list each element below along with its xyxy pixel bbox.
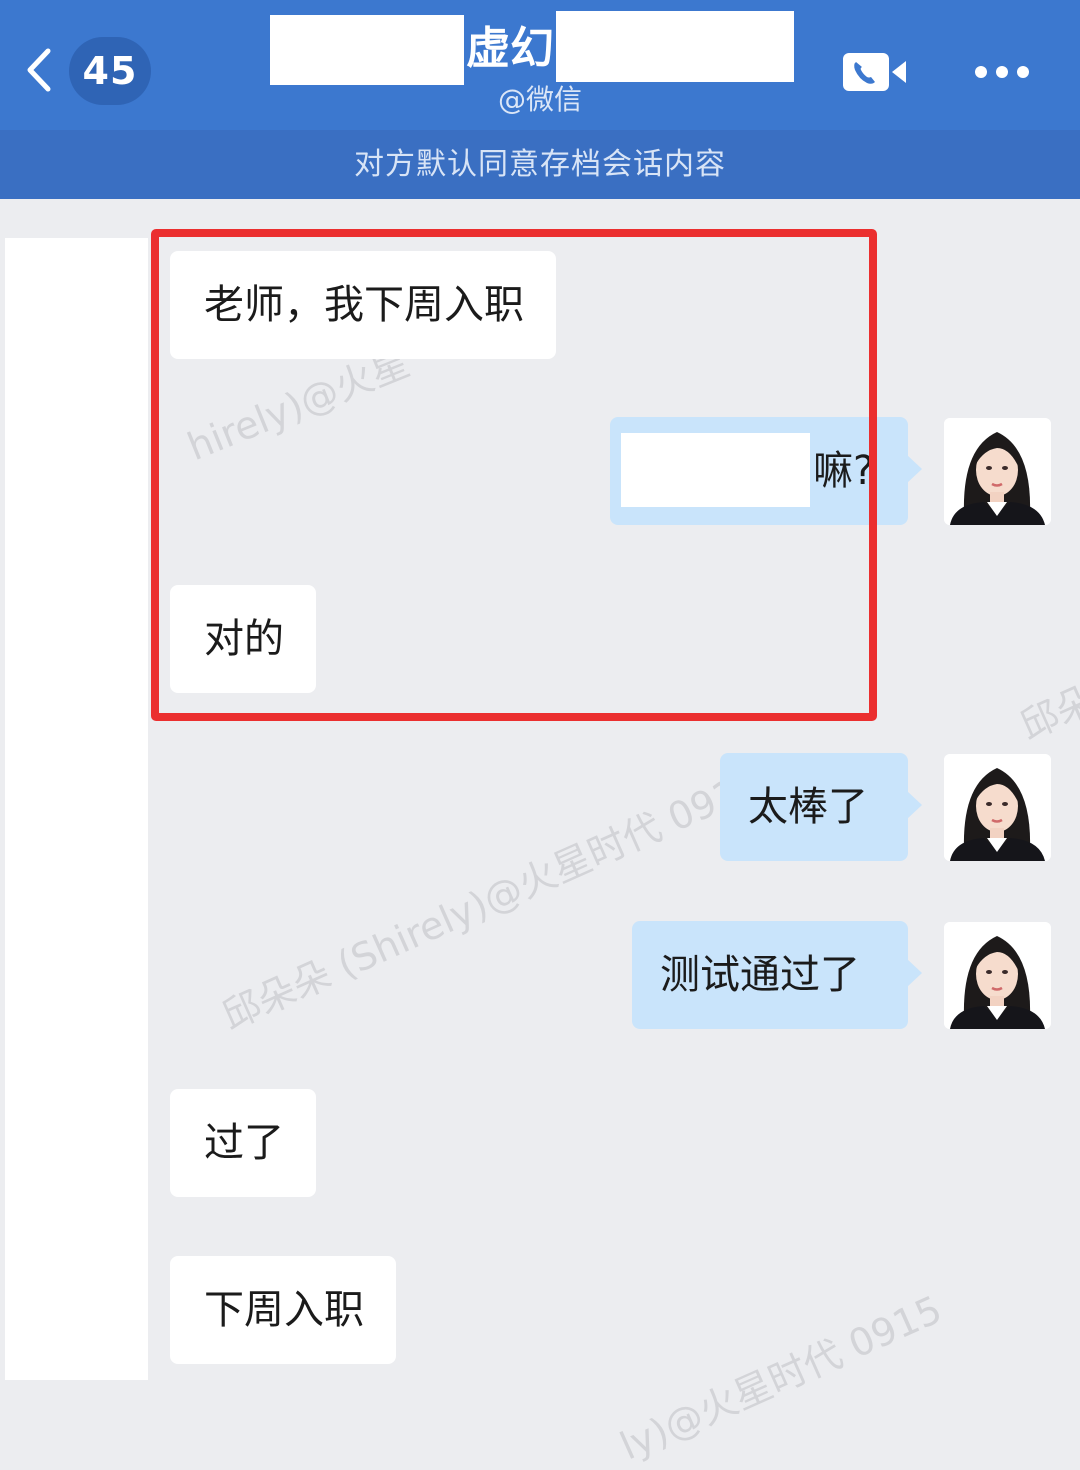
message-text: 太棒了 [748, 784, 868, 830]
chevron-left-icon [27, 48, 51, 92]
message-bubble-incoming[interactable]: 下周入职 [170, 1256, 396, 1364]
video-call-button[interactable] [842, 52, 908, 92]
redaction-mask [556, 11, 794, 82]
unread-count-badge[interactable]: 45 [69, 37, 151, 105]
avatar[interactable] [944, 922, 1051, 1029]
watermark: ly)@火星时代 0915 [613, 1287, 949, 1469]
avatar[interactable] [944, 418, 1051, 525]
user-avatar-icon [944, 418, 1051, 525]
more-button[interactable] [972, 58, 1032, 86]
chat-title: 虚幻 [466, 23, 554, 74]
chat-header: 45 虚幻 @微信 [0, 0, 1080, 130]
redaction-mask [270, 15, 464, 85]
message-text: 测试通过了 [660, 952, 860, 998]
user-avatar-icon [944, 922, 1051, 1029]
video-call-icon [843, 53, 906, 91]
message-bubble-outgoing[interactable]: 太棒了 [720, 753, 922, 861]
highlight-frame [151, 229, 877, 721]
archive-notice-bar: 对方默认同意存档会话内容 [0, 130, 1080, 199]
chat-subtitle: @微信 [497, 83, 582, 116]
bubble-tail [907, 791, 922, 819]
bubble-tail [907, 455, 922, 483]
avatar[interactable] [944, 754, 1051, 861]
user-avatar-icon [944, 754, 1051, 861]
back-button[interactable] [20, 45, 60, 95]
message-bubble-outgoing[interactable]: 测试通过了 [632, 921, 922, 1029]
watermark: 邱朵 [1013, 677, 1080, 749]
message-bubble-incoming[interactable]: 过了 [170, 1089, 316, 1197]
redaction-strip [5, 238, 148, 1380]
bubble-tail [907, 959, 922, 987]
more-dots-icon [975, 66, 1029, 78]
